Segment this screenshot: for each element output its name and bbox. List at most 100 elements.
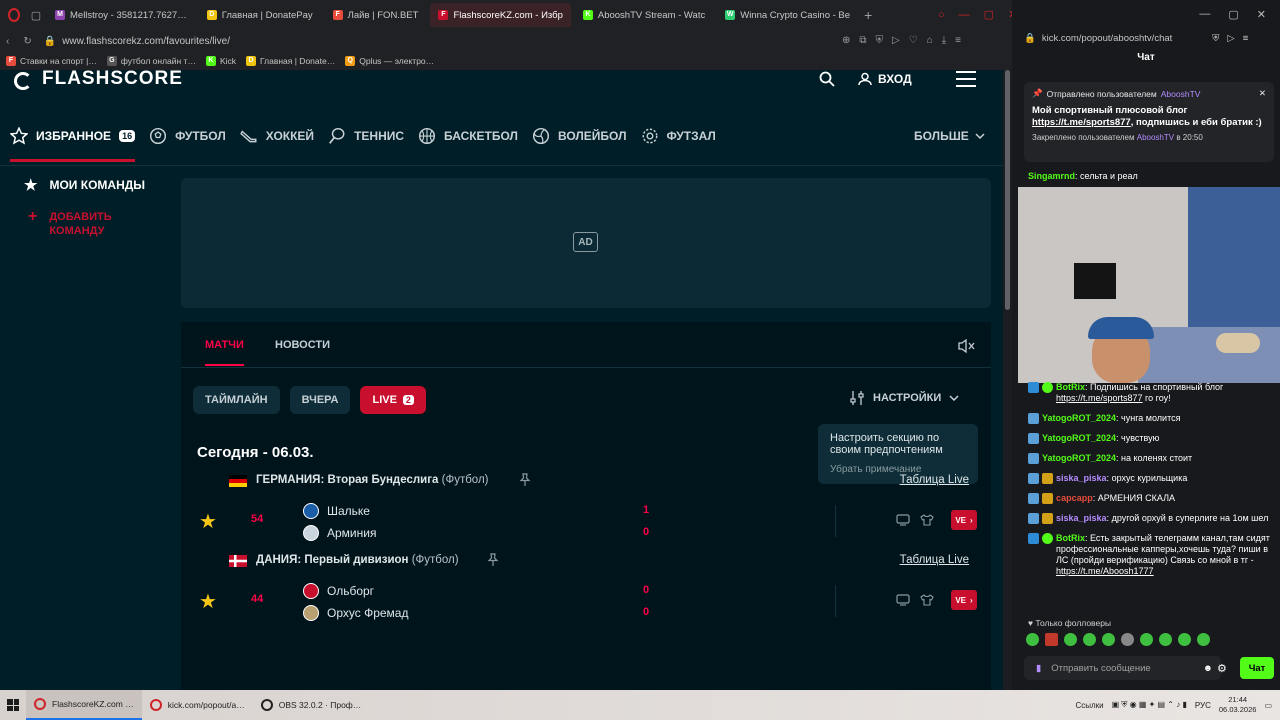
- chat-username[interactable]: YatogoROT_2024: [1042, 453, 1116, 463]
- microphone-icon[interactable]: ▮: [1036, 663, 1041, 674]
- browser-tab[interactable]: K AbooshTV Stream - Watc: [575, 3, 713, 27]
- emote-icon[interactable]: [1159, 633, 1172, 646]
- bookmark-icon[interactable]: ♡: [909, 35, 918, 46]
- shield-icon[interactable]: ⛨: [1212, 33, 1219, 44]
- camera-icon[interactable]: ⌂: [927, 35, 933, 46]
- menu-icon[interactable]: ≡: [1243, 33, 1249, 44]
- add-team-button[interactable]: + ДОБАВИТЬ КОМАНДУ: [28, 209, 149, 238]
- play-icon[interactable]: ▷: [892, 35, 900, 46]
- more-sports-button[interactable]: БОЛЬШЕ: [914, 116, 985, 156]
- live-stream-button[interactable]: VE ›: [951, 510, 977, 530]
- menu-icon[interactable]: ≡: [955, 35, 961, 46]
- taskbar-item[interactable]: kick.com/popout/a…: [142, 690, 253, 720]
- sound-muted-icon[interactable]: [957, 338, 975, 354]
- emote-icon[interactable]: [1026, 633, 1039, 646]
- nav-sport-3[interactable]: ТЕННИС: [328, 116, 404, 156]
- chat-link[interactable]: https://t.me/Aboosh1777: [1056, 566, 1154, 576]
- nav-sport-1[interactable]: ФУТБОЛ: [149, 116, 226, 156]
- bookmark-item[interactable]: D Главная | Donate…: [246, 56, 335, 66]
- send-icon[interactable]: ▷: [1227, 33, 1234, 44]
- chat-username[interactable]: сарсарр: [1056, 493, 1093, 503]
- chat-link[interactable]: https://t.me/sports877: [1056, 393, 1143, 403]
- reload-icon[interactable]: ↻: [23, 36, 31, 47]
- chat-input[interactable]: ▮ Отправить сообщение ☻: [1024, 656, 1221, 680]
- minimize-icon[interactable]: —: [959, 9, 970, 21]
- tray-icons[interactable]: ▣ ⛨ ◉ ▦ ✦ ▤ ⌃ ♪ ▮: [1112, 700, 1187, 710]
- tv-icon[interactable]: [896, 594, 910, 606]
- tab-news[interactable]: НОВОСТИ: [275, 339, 330, 351]
- pinner-name[interactable]: AbooshTV: [1137, 133, 1174, 142]
- url-field[interactable]: www.flashscorekz.com/favourites/live/: [62, 36, 230, 47]
- emote-icon[interactable]: [1178, 633, 1191, 646]
- tab-list-icon[interactable]: ▢: [25, 4, 47, 26]
- maximize-icon[interactable]: ▢: [984, 8, 994, 21]
- emote-icon[interactable]: [1121, 633, 1134, 646]
- emote-icon[interactable]: [1197, 633, 1210, 646]
- nav-sport-5[interactable]: ВОЛЕЙБОЛ: [532, 116, 627, 156]
- shield-icon[interactable]: ⛨: [876, 35, 884, 46]
- zoom-icon[interactable]: ⊕: [842, 35, 850, 46]
- browser-tab[interactable]: W Winna Crypto Casino - Be: [717, 3, 858, 27]
- ad-banner[interactable]: AD: [181, 178, 991, 308]
- emote-icon[interactable]: [1102, 633, 1115, 646]
- notification-icon[interactable]: ▭: [1264, 701, 1272, 710]
- standings-live-link[interactable]: Таблица Live: [900, 554, 969, 566]
- league-header[interactable]: ГЕРМАНИЯ: Вторая Бундеслига (Футбол) Табл…: [181, 465, 991, 497]
- unpin-icon[interactable]: ✕: [1259, 88, 1266, 99]
- browser-tab[interactable]: F Лайв | FON.BET: [325, 3, 427, 27]
- bookmark-item[interactable]: K Kick: [205, 56, 236, 66]
- tray-links-label[interactable]: Ссылки: [1075, 701, 1103, 710]
- chat-username[interactable]: YatogoROT_2024: [1042, 413, 1116, 423]
- chat-username[interactable]: YatogoROT_2024: [1042, 433, 1116, 443]
- match-row[interactable]: ★ 44 Ольборг 0 Орхус Фремад 0 VE ›: [181, 577, 991, 625]
- new-tab-icon[interactable]: +: [864, 7, 872, 23]
- league-name[interactable]: ДАНИЯ: Первый дивизион (Футбол): [256, 554, 459, 566]
- chat-username[interactable]: siska_piska: [1056, 513, 1107, 523]
- pinned-sender[interactable]: AbooshTV: [1161, 89, 1201, 99]
- settings-button[interactable]: НАСТРОЙКИ: [849, 390, 959, 406]
- search-tabs-icon[interactable]: ○: [938, 9, 945, 21]
- scrollbar-thumb[interactable]: [1005, 70, 1010, 310]
- taskbar-item[interactable]: OBS 32.0.2 · Проф…: [253, 690, 370, 720]
- browser-tab[interactable]: D Главная | DonatePay: [199, 3, 321, 27]
- screenshot-icon[interactable]: ⧉: [859, 35, 866, 46]
- clock[interactable]: 21:44 06.03.2026: [1219, 695, 1257, 715]
- bookmark-item[interactable]: F Ставки на спорт |…: [6, 56, 97, 66]
- filter-timeline[interactable]: ТАЙМЛАЙН: [193, 386, 280, 414]
- taskbar-item[interactable]: FlashscoreKZ.com …: [26, 690, 142, 720]
- nav-sport-2[interactable]: ХОККЕЙ: [239, 116, 314, 156]
- download-icon[interactable]: ⤓: [942, 35, 946, 46]
- tab-matches[interactable]: МАТЧИ: [205, 339, 244, 366]
- opera-menu-button[interactable]: [3, 4, 25, 26]
- chat-username[interactable]: BotRix: [1056, 382, 1085, 392]
- send-chat-button[interactable]: Чат: [1240, 657, 1274, 679]
- lineup-shirt-icon[interactable]: [920, 594, 934, 606]
- search-button[interactable]: [810, 70, 844, 92]
- my-teams-heading[interactable]: ★ МОИ КОМАНДЫ: [24, 176, 145, 194]
- nav-sport-6[interactable]: ФУТЗАЛ: [641, 116, 716, 156]
- kick-url[interactable]: kick.com/popout/abooshtv/chat: [1042, 33, 1172, 44]
- minimize-icon[interactable]: —: [1199, 8, 1210, 20]
- league-name[interactable]: ГЕРМАНИЯ: Вторая Бундеслига (Футбол): [256, 474, 488, 486]
- pin-icon[interactable]: [486, 553, 500, 567]
- gear-icon[interactable]: ⚙: [1217, 662, 1227, 675]
- pinned-link[interactable]: https://t.me/sports877: [1032, 117, 1131, 128]
- maximize-icon[interactable]: ▢: [1228, 8, 1238, 21]
- emote-icon[interactable]: [1083, 633, 1096, 646]
- tv-icon[interactable]: [896, 514, 910, 526]
- login-button[interactable]: ВХОД: [858, 70, 934, 92]
- nav-sport-4[interactable]: БАСКЕТБОЛ: [418, 116, 518, 156]
- emote-icon[interactable]: [1045, 633, 1058, 646]
- match-row[interactable]: ★ 54 Шальке 1 Арминия 0 VE ›: [181, 497, 991, 545]
- emote-icon[interactable]: [1140, 633, 1153, 646]
- pin-icon[interactable]: [518, 473, 532, 487]
- chat-username[interactable]: Singamrnd: [1028, 171, 1075, 181]
- live-stream-button[interactable]: VE ›: [951, 590, 977, 610]
- flashscore-logo[interactable]: FLASHSCORE: [10, 70, 183, 90]
- browser-tab[interactable]: M Mellstroy - 3581217.7627…: [47, 3, 195, 27]
- chat-username[interactable]: siska_piska: [1056, 473, 1107, 483]
- back-icon[interactable]: ‹: [6, 36, 9, 47]
- league-header[interactable]: ДАНИЯ: Первый дивизион (Футбол) Таблица L…: [181, 545, 991, 577]
- browser-tab[interactable]: F FlashscoreKZ.com - Избр: [430, 3, 571, 27]
- hamburger-menu-button[interactable]: [952, 70, 980, 90]
